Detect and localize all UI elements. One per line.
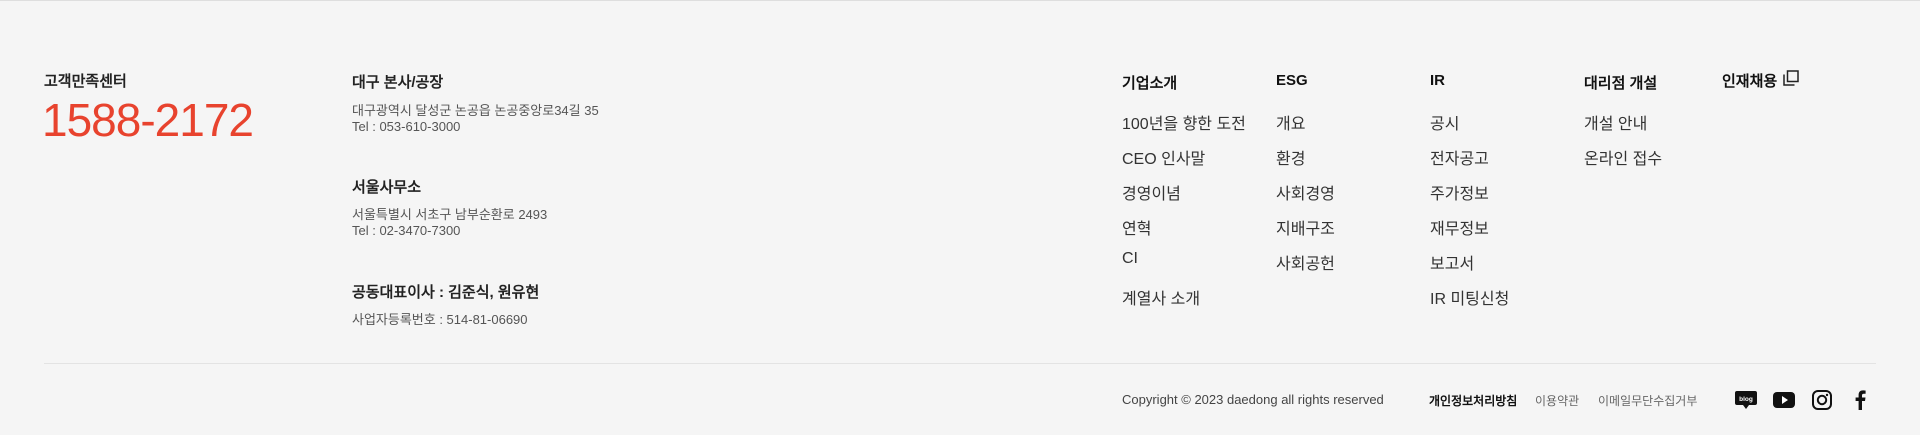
nav-company-link[interactable]: 경영이념 — [1122, 180, 1181, 204]
nav-company-heading[interactable]: 기업소개 — [1122, 72, 1177, 93]
daegu-office-tel: Tel : 053-610-3000 — [352, 119, 461, 134]
nav-ir-link[interactable]: 전자공고 — [1430, 145, 1489, 169]
business-registration-number: 사업자등록번호 : 514-81-06690 — [352, 312, 528, 327]
instagram-icon[interactable] — [1809, 388, 1835, 412]
nav-ir-link[interactable]: IR 미팅신청 — [1430, 285, 1509, 309]
nav-ir-heading[interactable]: IR — [1430, 72, 1445, 89]
nav-dealer-link[interactable]: 개설 안내 — [1584, 110, 1647, 134]
copyright-text: Copyright © 2023 daedong all rights rese… — [1122, 392, 1384, 407]
nav-esg-heading[interactable]: ESG — [1276, 72, 1308, 89]
youtube-icon[interactable] — [1771, 388, 1797, 412]
nav-esg-link[interactable]: 사회경영 — [1276, 180, 1335, 204]
facebook-icon[interactable] — [1847, 388, 1873, 412]
nav-esg-link[interactable]: 개요 — [1276, 110, 1305, 134]
daegu-office-title: 대구 본사/공장 — [352, 74, 444, 91]
svg-text:blog: blog — [1739, 396, 1753, 403]
nav-ir-link[interactable]: 공시 — [1430, 110, 1459, 134]
daegu-office-address: 대구광역시 달성군 논공읍 논공중앙로34길 35 — [352, 103, 599, 118]
seoul-office-address: 서울특별시 서초구 남부순환로 2493 — [352, 207, 548, 222]
seoul-office-title: 서울사무소 — [352, 179, 422, 196]
nav-ir-link[interactable]: 보고서 — [1430, 250, 1474, 274]
nav-ir-link[interactable]: 주가정보 — [1430, 180, 1489, 204]
nav-recruit-label: 인재채용 — [1722, 73, 1778, 90]
seoul-office-tel: Tel : 02-3470-7300 — [352, 223, 461, 238]
terms-link[interactable]: 이용약관 — [1535, 392, 1579, 409]
privacy-policy-link[interactable]: 개인정보처리방침 — [1429, 392, 1517, 409]
nav-company-link[interactable]: 100년을 향한 도전 — [1122, 110, 1246, 134]
customer-center-phone: 1588-2172 — [42, 94, 254, 146]
external-link-icon — [1783, 70, 1799, 91]
nav-dealer-link[interactable]: 온라인 접수 — [1584, 145, 1662, 169]
nav-esg-link[interactable]: 사회공헌 — [1276, 250, 1335, 274]
email-refusal-link[interactable]: 이메일무단수집거부 — [1598, 392, 1697, 409]
customer-center-title: 고객만족센터 — [44, 73, 127, 90]
nav-esg-link[interactable]: 지배구조 — [1276, 215, 1335, 239]
nav-company-link[interactable]: CI — [1122, 250, 1138, 268]
nav-recruit-link[interactable]: 인재채용 — [1722, 70, 1799, 91]
nav-ir-link[interactable]: 재무정보 — [1430, 215, 1489, 239]
nav-dealer-heading[interactable]: 대리점 개설 — [1584, 72, 1657, 93]
nav-company-link[interactable]: CEO 인사말 — [1122, 145, 1205, 169]
ceo-info: 공동대표이사 : 김준식, 원유현 — [352, 284, 540, 301]
footer-divider — [44, 363, 1876, 364]
nav-esg-link[interactable]: 환경 — [1276, 145, 1305, 169]
blog-icon[interactable]: blog — [1733, 388, 1759, 412]
nav-company-link[interactable]: 연혁 — [1122, 215, 1151, 239]
nav-company-link[interactable]: 계열사 소개 — [1122, 285, 1200, 309]
